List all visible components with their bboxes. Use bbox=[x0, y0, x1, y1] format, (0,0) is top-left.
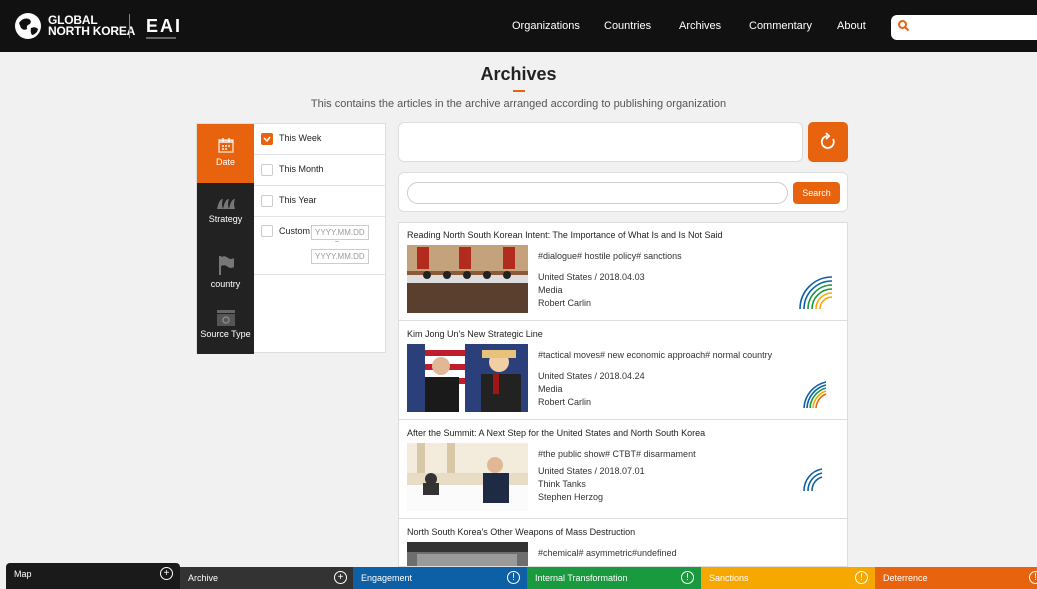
partner-logo[interactable]: EAI bbox=[146, 17, 182, 35]
tab-source-type[interactable]: Source Type bbox=[197, 303, 254, 354]
article-source-type: Media bbox=[538, 384, 563, 394]
custom-end-date-input[interactable]: YYYY.MM.DD bbox=[311, 249, 369, 264]
refresh-button[interactable] bbox=[808, 122, 848, 162]
article-tags[interactable]: #the public show# CTBT# disarmament bbox=[538, 449, 696, 459]
checkbox-checked[interactable] bbox=[261, 133, 273, 145]
date-option-this-month[interactable]: This Month bbox=[254, 155, 386, 186]
page-subtitle: This contains the articles in the archiv… bbox=[310, 98, 727, 110]
tab-country-label: country bbox=[210, 279, 241, 289]
article-tags[interactable]: #tactical moves# new economic approach# … bbox=[538, 350, 772, 360]
tab-date[interactable]: Date bbox=[197, 124, 254, 183]
nav-archives[interactable]: Archives bbox=[679, 0, 721, 52]
article-thumbnail[interactable] bbox=[407, 245, 528, 313]
bottom-tab-deterrence[interactable]: Deterrence ! bbox=[875, 567, 1037, 589]
custom-start-date-input[interactable]: YYYY.MM.DD bbox=[311, 225, 369, 240]
list-item[interactable]: Kim Jong Un's New Strategic Line #tactic… bbox=[399, 322, 847, 420]
article-source-type: Media bbox=[538, 285, 563, 295]
info-icon[interactable]: ! bbox=[855, 571, 868, 584]
article-author: Robert Carlin bbox=[538, 397, 592, 407]
plus-icon[interactable]: + bbox=[160, 567, 173, 580]
article-tags[interactable]: #chemical# asymmetric#undefined bbox=[538, 548, 677, 558]
header-search-input[interactable] bbox=[891, 15, 1037, 40]
tab-strategy[interactable]: Strategy bbox=[197, 183, 254, 244]
checkbox[interactable] bbox=[261, 164, 273, 176]
nav-commentary[interactable]: Commentary bbox=[749, 0, 812, 52]
calendar-icon bbox=[217, 138, 234, 153]
archive-search-input[interactable] bbox=[407, 182, 788, 204]
article-thumbnail[interactable] bbox=[407, 542, 528, 566]
refresh-icon bbox=[820, 132, 835, 149]
option-label: This Month bbox=[279, 164, 324, 174]
tab-source-type-label: Source Type bbox=[200, 329, 251, 339]
list-item[interactable]: Reading North South Korean Intent: The I… bbox=[399, 223, 847, 321]
bottom-tab-label: Archive bbox=[188, 573, 219, 583]
article-title[interactable]: North South Korea's Other Weapons of Mas… bbox=[407, 527, 635, 537]
nav-countries[interactable]: Countries bbox=[604, 0, 651, 52]
article-place-date: United States / 2018.04.03 bbox=[538, 272, 645, 282]
date-range-separator: ~ bbox=[335, 239, 340, 246]
list-item[interactable]: North South Korea's Other Weapons of Mas… bbox=[399, 520, 847, 566]
option-label: This Week bbox=[279, 133, 322, 143]
bottom-tab-label: Engagement bbox=[361, 573, 413, 583]
globe-logo-icon[interactable] bbox=[14, 12, 42, 40]
flag-icon bbox=[218, 256, 234, 275]
selected-filters-box bbox=[398, 122, 803, 162]
tab-strategy-label: Strategy bbox=[208, 214, 243, 224]
category-fan-icon bbox=[803, 468, 823, 492]
checkmark-icon bbox=[263, 136, 271, 143]
article-title[interactable]: Reading North South Korean Intent: The I… bbox=[407, 230, 723, 240]
search-button[interactable]: Search bbox=[793, 182, 840, 204]
bottom-tab-map[interactable]: Map + bbox=[6, 563, 180, 589]
bottom-tab-label: Internal Transformation bbox=[535, 573, 628, 583]
tab-country[interactable]: country bbox=[197, 244, 254, 303]
brand-logo-text[interactable]: GLOBAL NORTH KOREA bbox=[48, 14, 136, 38]
tab-date-label: Date bbox=[215, 157, 235, 167]
category-fan-icon bbox=[799, 276, 833, 310]
filter-panel: Date Strategy country Source Type This W… bbox=[196, 123, 386, 354]
brand-line-2: NORTH KOREA bbox=[48, 24, 136, 38]
date-option-this-year[interactable]: This Year bbox=[254, 186, 386, 217]
info-icon[interactable]: ! bbox=[681, 571, 694, 584]
page-title: Archives bbox=[480, 64, 557, 84]
plus-icon[interactable]: + bbox=[334, 571, 347, 584]
list-item[interactable]: After the Summit: A Next Step for the Un… bbox=[399, 421, 847, 519]
article-author: Robert Carlin bbox=[538, 298, 592, 308]
bottom-tab-label: Sanctions bbox=[709, 573, 749, 583]
checkbox[interactable] bbox=[261, 225, 273, 237]
title-underline bbox=[513, 90, 525, 92]
nav-about[interactable]: About bbox=[837, 0, 866, 52]
source-type-icon bbox=[216, 310, 235, 326]
option-label: This Year bbox=[279, 195, 317, 205]
date-option-custom[interactable]: Custom YYYY.MM.DD ~ YYYY.MM.DD bbox=[254, 217, 386, 275]
strategy-icon bbox=[216, 199, 235, 209]
nav-organizations[interactable]: Organizations bbox=[512, 0, 580, 52]
article-source-type: Think Tanks bbox=[538, 479, 586, 489]
checkbox[interactable] bbox=[261, 195, 273, 207]
option-label: Custom bbox=[279, 226, 311, 236]
article-place-date: United States / 2018.07.01 bbox=[538, 466, 645, 476]
archive-search-box: Search bbox=[398, 172, 848, 212]
bottom-tab-sanctions[interactable]: Sanctions ! bbox=[701, 567, 875, 589]
bottom-tab-label: Deterrence bbox=[883, 573, 928, 583]
bottom-tab-archive[interactable]: Archive + bbox=[180, 567, 353, 589]
article-title[interactable]: Kim Jong Un's New Strategic Line bbox=[407, 329, 543, 339]
partner-logo-underline bbox=[146, 37, 176, 39]
info-icon[interactable]: ! bbox=[507, 571, 520, 584]
article-tags[interactable]: #dialogue# hostile policy# sanctions bbox=[538, 251, 682, 261]
logo-divider bbox=[129, 14, 130, 38]
top-navigation-bar: GLOBAL NORTH KOREA EAI Organizations Cou… bbox=[0, 0, 1037, 52]
category-fan-icon bbox=[803, 381, 827, 409]
article-list[interactable]: Reading North South Korean Intent: The I… bbox=[398, 222, 848, 567]
info-icon[interactable]: ! bbox=[1029, 571, 1037, 584]
bottom-tab-label: Map bbox=[14, 569, 32, 579]
bottom-tab-internal-transformation[interactable]: Internal Transformation ! bbox=[527, 567, 701, 589]
date-option-this-week[interactable]: This Week bbox=[254, 124, 386, 155]
article-title[interactable]: After the Summit: A Next Step for the Un… bbox=[407, 428, 705, 438]
article-thumbnail[interactable] bbox=[407, 443, 528, 511]
bottom-tab-engagement[interactable]: Engagement ! bbox=[353, 567, 527, 589]
article-place-date: United States / 2018.04.24 bbox=[538, 371, 645, 381]
article-author: Stephen Herzog bbox=[538, 492, 604, 502]
article-thumbnail[interactable] bbox=[407, 344, 528, 412]
search-icon bbox=[898, 20, 910, 32]
